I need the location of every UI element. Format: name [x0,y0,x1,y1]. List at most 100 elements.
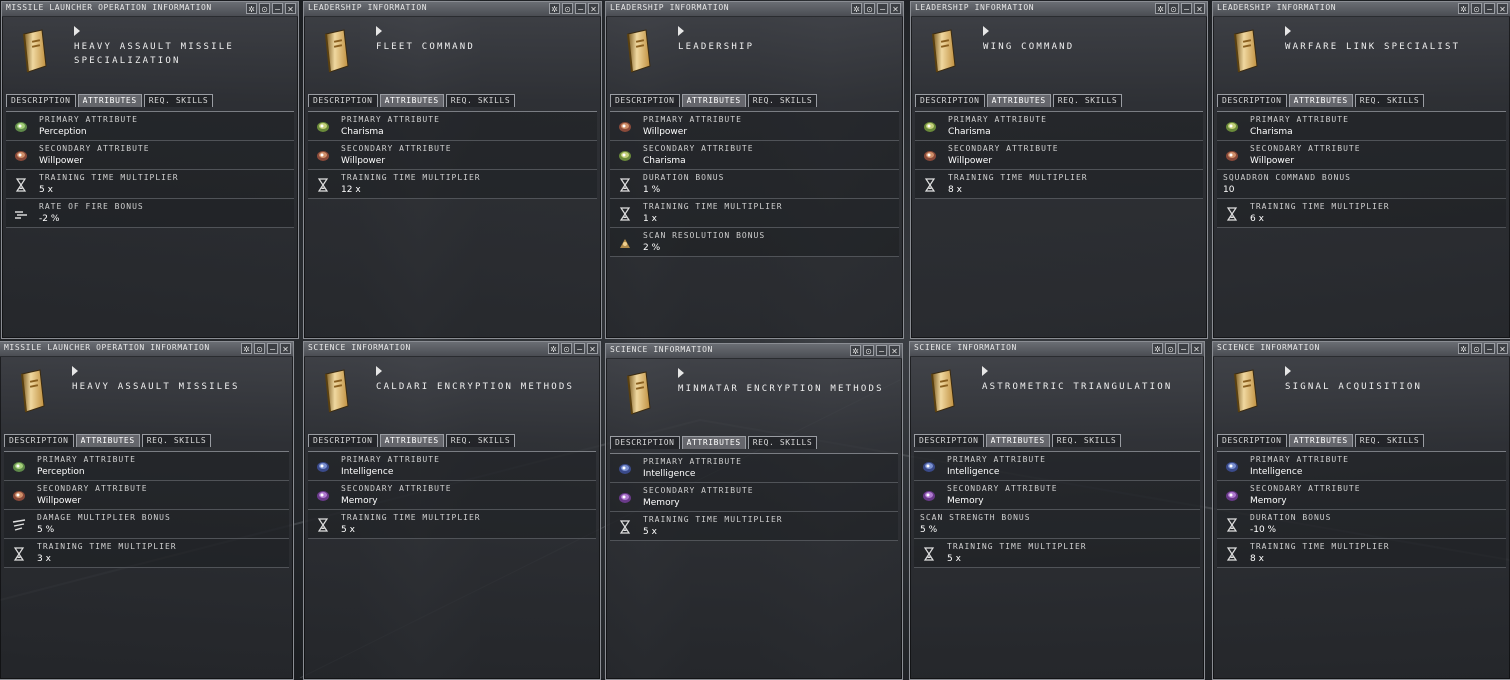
minimize-button[interactable]: − [1181,3,1192,14]
attribute-row[interactable]: TRAINING TIME MULTIPLIER 3 x [4,539,289,568]
tab-attributes[interactable]: ATTRIBUTES [985,434,1050,447]
play-icon[interactable] [72,366,78,376]
tab-description[interactable]: DESCRIPTION [4,434,74,447]
window-titlebar[interactable]: LEADERSHIP INFORMATION ✲ ⊙ − ✕ [911,2,1207,17]
options-button[interactable]: ⊙ [863,345,874,356]
options-button[interactable]: ⊙ [561,343,572,354]
options-button[interactable]: ⊙ [1168,3,1179,14]
play-icon[interactable] [74,26,80,36]
tab-req-skills[interactable]: REQ. SKILLS [143,94,214,107]
pin-button[interactable]: ✲ [548,343,559,354]
close-button[interactable]: ✕ [889,345,900,356]
tab-attributes[interactable]: ATTRIBUTES [681,94,746,107]
play-icon[interactable] [983,26,989,36]
attribute-row[interactable]: SCAN RESOLUTION BONUS 2 % [610,228,899,257]
attribute-row[interactable]: TRAINING TIME MULTIPLIER 8 x [915,170,1203,199]
attribute-row[interactable]: PRIMARY ATTRIBUTE Charisma [1217,112,1506,141]
minimize-button[interactable]: − [574,343,585,354]
attribute-row[interactable]: PRIMARY ATTRIBUTE Willpower [610,112,899,141]
close-button[interactable]: ✕ [587,343,598,354]
close-button[interactable]: ✕ [588,3,599,14]
attribute-row[interactable]: PRIMARY ATTRIBUTE Perception [6,112,294,141]
attribute-row[interactable]: SECONDARY ATTRIBUTE Memory [1217,481,1506,510]
attribute-row[interactable]: SECONDARY ATTRIBUTE Willpower [915,141,1203,170]
minimize-button[interactable]: − [1178,343,1189,354]
attribute-row[interactable]: TRAINING TIME MULTIPLIER 5 x [610,512,898,541]
minimize-button[interactable]: − [1484,343,1495,354]
tab-req-skills[interactable]: REQ. SKILLS [1354,434,1425,447]
tab-attributes[interactable]: ATTRIBUTES [75,434,140,447]
play-icon[interactable] [678,368,684,378]
attribute-row[interactable]: PRIMARY ATTRIBUTE Intelligence [610,454,898,483]
close-button[interactable]: ✕ [285,3,296,14]
tab-description[interactable]: DESCRIPTION [1217,434,1287,447]
play-icon[interactable] [376,366,382,376]
options-button[interactable]: ⊙ [1471,343,1482,354]
tab-req-skills[interactable]: REQ. SKILLS [747,436,818,449]
tab-description[interactable]: DESCRIPTION [610,436,680,449]
attribute-row[interactable]: SECONDARY ATTRIBUTE Memory [914,481,1200,510]
play-icon[interactable] [1285,26,1291,36]
tab-req-skills[interactable]: REQ. SKILLS [1354,94,1425,107]
tab-attributes[interactable]: ATTRIBUTES [986,94,1051,107]
tab-req-skills[interactable]: REQ. SKILLS [445,94,516,107]
tab-attributes[interactable]: ATTRIBUTES [379,434,444,447]
pin-button[interactable]: ✲ [241,343,252,354]
skill-info-window[interactable]: LEADERSHIP INFORMATION ✲ ⊙ − ✕ LEADERSHIP DESC… [605,1,904,339]
play-icon[interactable] [982,366,988,376]
close-button[interactable]: ✕ [1497,343,1508,354]
tab-attributes[interactable]: ATTRIBUTES [77,94,142,107]
attribute-row[interactable]: TRAINING TIME MULTIPLIER 12 x [308,170,597,199]
close-button[interactable]: ✕ [280,343,291,354]
pin-button[interactable]: ✲ [851,3,862,14]
window-titlebar[interactable]: LEADERSHIP INFORMATION ✲ ⊙ − ✕ [304,2,601,17]
tab-attributes[interactable]: ATTRIBUTES [681,436,746,449]
tab-req-skills[interactable]: REQ. SKILLS [1051,434,1122,447]
attribute-row[interactable]: SECONDARY ATTRIBUTE Willpower [308,141,597,170]
attribute-row[interactable]: PRIMARY ATTRIBUTE Intelligence [1217,452,1506,481]
skill-info-window[interactable]: MISSILE LAUNCHER OPERATION INFORMATION ✲ ⊙… [0,341,294,680]
close-button[interactable]: ✕ [1194,3,1205,14]
tab-req-skills[interactable]: REQ. SKILLS [141,434,212,447]
options-button[interactable]: ⊙ [254,343,265,354]
pin-button[interactable]: ✲ [1458,343,1469,354]
tab-attributes[interactable]: ATTRIBUTES [379,94,444,107]
attribute-row[interactable]: SECONDARY ATTRIBUTE Willpower [4,481,289,510]
tab-req-skills[interactable]: REQ. SKILLS [1052,94,1123,107]
window-titlebar[interactable]: MISSILE LAUNCHER OPERATION INFORMATION ✲ ⊙… [2,2,298,17]
skill-info-window[interactable]: LEADERSHIP INFORMATION ✲ ⊙ − ✕ FLEET COMMAND D… [303,1,602,339]
options-button[interactable]: ⊙ [1165,343,1176,354]
skill-info-window[interactable]: SCIENCE INFORMATION ✲ ⊙ − ✕ SIGNAL ACQUISITIO… [1212,341,1510,680]
pin-button[interactable]: ✲ [850,345,861,356]
attribute-row[interactable]: PRIMARY ATTRIBUTE Intelligence [914,452,1200,481]
attribute-row[interactable]: TRAINING TIME MULTIPLIER 1 x [610,199,899,228]
pin-button[interactable]: ✲ [246,3,257,14]
attribute-row[interactable]: SECONDARY ATTRIBUTE Charisma [610,141,899,170]
skill-info-window[interactable]: SCIENCE INFORMATION ✲ ⊙ − ✕ ASTROMETRIC TRIAN… [909,341,1205,680]
options-button[interactable]: ⊙ [864,3,875,14]
attribute-row[interactable]: DURATION BONUS -10 % [1217,510,1506,539]
attribute-row[interactable]: DURATION BONUS 1 % [610,170,899,199]
attribute-row[interactable]: SECONDARY ATTRIBUTE Willpower [1217,141,1506,170]
tab-description[interactable]: DESCRIPTION [915,94,985,107]
window-titlebar[interactable]: LEADERSHIP INFORMATION ✲ ⊙ − ✕ [606,2,903,17]
minimize-button[interactable]: − [267,343,278,354]
skill-info-window[interactable]: SCIENCE INFORMATION ✲ ⊙ − ✕ MINMATAR ENCRYPTI… [605,343,903,680]
attribute-row[interactable]: TRAINING TIME MULTIPLIER 5 x [6,170,294,199]
attribute-row[interactable]: SECONDARY ATTRIBUTE Memory [308,481,596,510]
play-icon[interactable] [1285,366,1291,376]
tab-req-skills[interactable]: REQ. SKILLS [747,94,818,107]
attribute-row[interactable]: SECONDARY ATTRIBUTE Willpower [6,141,294,170]
minimize-button[interactable]: − [877,3,888,14]
window-titlebar[interactable]: SCIENCE INFORMATION ✲ ⊙ − ✕ [1213,342,1510,357]
close-button[interactable]: ✕ [1191,343,1202,354]
attribute-row[interactable]: TRAINING TIME MULTIPLIER 6 x [1217,199,1506,228]
tab-description[interactable]: DESCRIPTION [308,434,378,447]
tab-req-skills[interactable]: REQ. SKILLS [445,434,516,447]
options-button[interactable]: ⊙ [259,3,270,14]
tab-description[interactable]: DESCRIPTION [308,94,378,107]
attribute-row[interactable]: RATE OF FIRE BONUS -2 % [6,199,294,228]
close-button[interactable]: ✕ [890,3,901,14]
attribute-row[interactable]: PRIMARY ATTRIBUTE Charisma [915,112,1203,141]
pin-button[interactable]: ✲ [1458,3,1469,14]
